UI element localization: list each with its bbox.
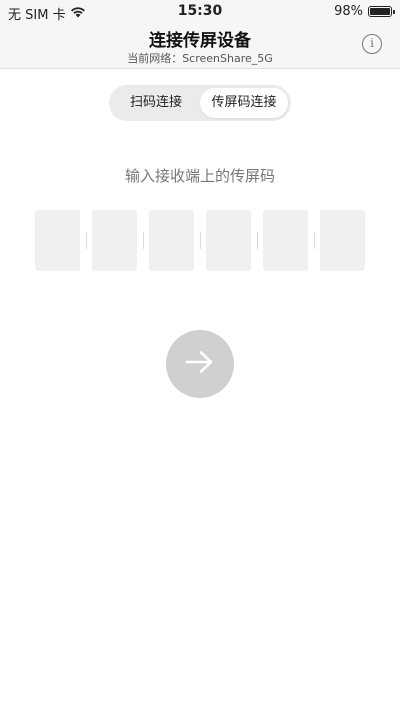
- code-separator: [257, 232, 258, 249]
- code-digit-2[interactable]: [92, 210, 137, 271]
- battery-tip: [393, 10, 395, 14]
- code-digit-4[interactable]: [206, 210, 251, 271]
- code-digit-1[interactable]: [35, 210, 80, 271]
- page-title: 连接传屏设备: [149, 31, 251, 51]
- next-button[interactable]: [166, 330, 234, 398]
- screen: 无 SIM 卡 15:30 98% 连接传屏设备 当前网络：ScreenShar…: [0, 0, 400, 711]
- battery-fill: [370, 8, 390, 15]
- connection-mode-tabs: 扫码连接 传屏码连接: [109, 85, 291, 121]
- network-subtitle: 当前网络：ScreenShare_5G: [127, 52, 273, 65]
- code-digit-3[interactable]: [149, 210, 194, 271]
- code-separator: [86, 232, 87, 249]
- status-right: 98%: [334, 4, 395, 19]
- code-separator: [143, 232, 144, 249]
- code-prompt: 输入接收端上的传屏码: [124, 167, 275, 185]
- code-separator: [314, 232, 315, 249]
- status-bar: 无 SIM 卡 15:30 98%: [0, 0, 400, 23]
- tab-code-connect[interactable]: 传屏码连接: [200, 88, 288, 118]
- nav-header: 连接传屏设备 当前网络：ScreenShare_5G i: [0, 22, 400, 69]
- battery-percent: 98%: [334, 4, 363, 19]
- code-input-row: [35, 210, 365, 271]
- info-icon[interactable]: i: [362, 34, 382, 54]
- code-digit-5[interactable]: [263, 210, 308, 271]
- arrow-right-icon: [184, 350, 216, 378]
- code-digit-6[interactable]: [320, 210, 365, 271]
- code-separator: [200, 232, 201, 249]
- battery-icon: [368, 6, 395, 17]
- tab-scan-connect[interactable]: 扫码连接: [112, 88, 200, 118]
